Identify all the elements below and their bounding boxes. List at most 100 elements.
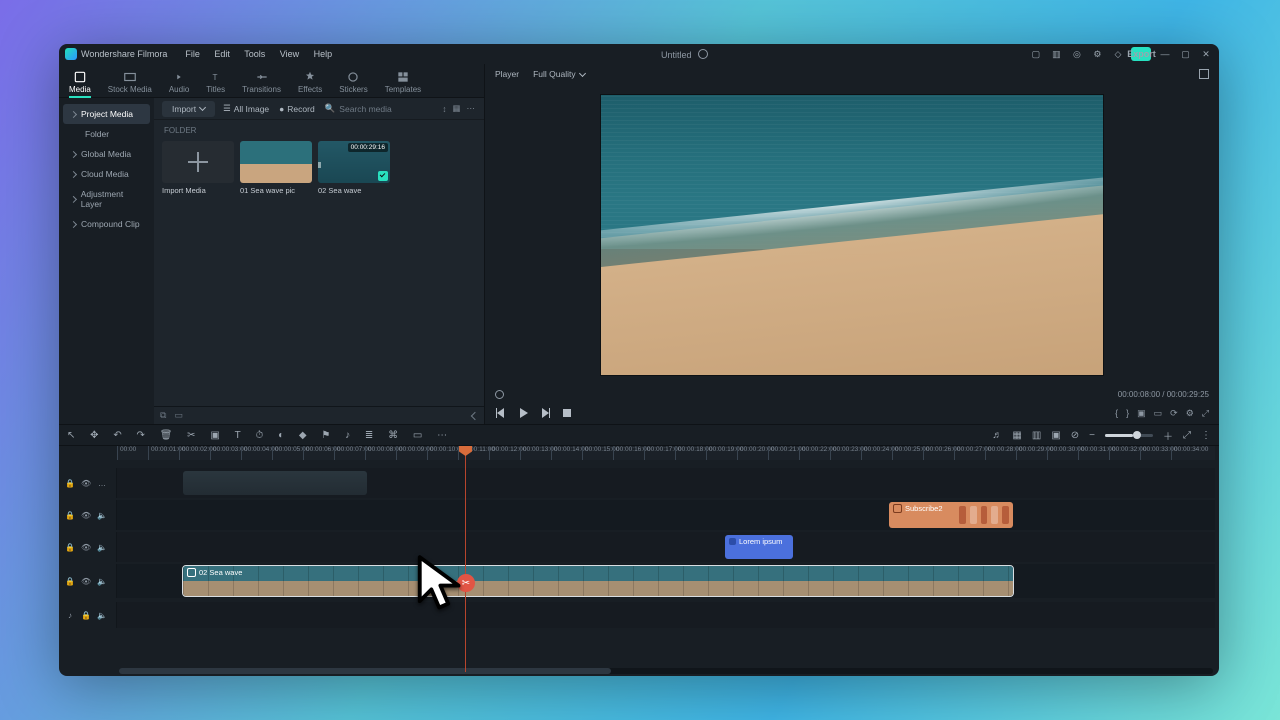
- tab-effects[interactable]: Effects: [298, 70, 322, 97]
- render-icon[interactable]: ⟳: [1170, 408, 1178, 419]
- crop-icon[interactable]: ▣: [210, 430, 219, 441]
- color-icon[interactable]: ◐: [278, 430, 284, 441]
- clip-subscribe[interactable]: Subscribe2: [889, 502, 1013, 528]
- track-lock-icon[interactable]: 🔒: [65, 479, 75, 488]
- view-icon[interactable]: ▦: [452, 103, 460, 114]
- import-dropdown[interactable]: Import: [162, 101, 215, 117]
- undo-icon[interactable]: ↶: [113, 430, 121, 441]
- mark-out-icon[interactable]: }: [1126, 408, 1129, 418]
- text-tool-icon[interactable]: T: [235, 430, 241, 441]
- audio-icon[interactable]: ♪: [345, 430, 350, 441]
- speed-icon[interactable]: ⏱: [255, 430, 263, 441]
- time-ruler[interactable]: 00:0000:00:01:0000:00:02:0000:00:03:0000…: [117, 446, 1215, 460]
- track-lock-icon[interactable]: 🔒: [65, 577, 75, 586]
- maximize-button[interactable]: ▢: [1178, 47, 1192, 61]
- track-mute-icon[interactable]: …: [97, 479, 107, 488]
- preview-tab-player[interactable]: Player: [495, 69, 519, 79]
- fullscreen-icon[interactable]: ⤢: [1202, 408, 1209, 419]
- fit-timeline-icon[interactable]: ⤢: [1183, 430, 1191, 441]
- media-item-sea-wave[interactable]: 00:00:29:16 02 Sea wave: [318, 141, 390, 195]
- sidebar-folder[interactable]: Folder: [63, 124, 150, 144]
- menu-view[interactable]: View: [280, 49, 299, 59]
- zoom-slider[interactable]: [1105, 434, 1153, 437]
- record-button[interactable]: ● Record: [279, 104, 315, 114]
- clip-main-video[interactable]: 02 Sea wave: [183, 566, 1013, 596]
- collapse-panel-icon[interactable]: [471, 411, 479, 419]
- tab-media[interactable]: Media: [69, 70, 91, 97]
- settings-icon[interactable]: ⚙: [1090, 47, 1104, 61]
- menu-tools[interactable]: Tools: [244, 49, 265, 59]
- split-icon[interactable]: ✂: [187, 430, 195, 441]
- new-bin-icon[interactable]: ⧉: [160, 410, 166, 420]
- zoom-in-icon[interactable]: ＋: [1163, 428, 1173, 443]
- clip-lorem[interactable]: Lorem ipsum: [725, 535, 793, 559]
- stop-icon[interactable]: [561, 407, 573, 419]
- track-eye-icon[interactable]: 👁: [81, 577, 91, 586]
- tab-transitions[interactable]: Transitions: [242, 70, 281, 97]
- render2-icon[interactable]: ▦: [1012, 430, 1021, 441]
- minimize-button[interactable]: —: [1158, 47, 1172, 61]
- export-button[interactable]: Export: [1131, 47, 1151, 61]
- close-button[interactable]: ✕: [1199, 47, 1213, 61]
- quality-dropdown[interactable]: Full Quality: [533, 69, 585, 79]
- layout-icon[interactable]: ▢: [1029, 47, 1043, 61]
- track-eye-icon[interactable]: 👁: [81, 479, 91, 488]
- snap-icon[interactable]: ▥: [1032, 430, 1041, 441]
- marker2-icon[interactable]: ▣: [1051, 430, 1060, 441]
- split-handle-icon[interactable]: ✂: [457, 574, 475, 592]
- search-input[interactable]: 🔍 Search media: [325, 103, 437, 114]
- snapshot-icon[interactable]: [1199, 69, 1209, 79]
- marker-icon[interactable]: ⚑: [321, 430, 330, 441]
- import-media-tile[interactable]: Import Media: [162, 141, 234, 195]
- next-frame-icon[interactable]: [539, 407, 551, 419]
- track-eye-icon[interactable]: 👁: [81, 543, 91, 552]
- sidebar-global-media[interactable]: Global Media: [63, 144, 150, 164]
- new-folder-icon[interactable]: ▭: [174, 410, 183, 420]
- hand-tool-icon[interactable]: ✥: [90, 430, 98, 441]
- menu-edit[interactable]: Edit: [214, 49, 230, 59]
- tab-titles[interactable]: TTitles: [206, 70, 225, 97]
- tab-templates[interactable]: Templates: [385, 70, 421, 97]
- menu-file[interactable]: File: [185, 49, 200, 59]
- track-lock-icon[interactable]: 🔒: [81, 611, 91, 620]
- prev-frame-icon[interactable]: [495, 407, 507, 419]
- sidebar-cloud-media[interactable]: Cloud Media: [63, 164, 150, 184]
- panels-icon[interactable]: ▥: [1049, 47, 1063, 61]
- track-mute-icon[interactable]: 🔈: [97, 611, 107, 620]
- menu-help[interactable]: Help: [314, 49, 333, 59]
- tab-stock-media[interactable]: Stock Media: [108, 70, 152, 97]
- track-lock-icon[interactable]: 🔒: [65, 511, 75, 520]
- media-item-sea-wave-pic[interactable]: 01 Sea wave pic: [240, 141, 312, 195]
- tab-audio[interactable]: Audio: [169, 70, 189, 97]
- group-icon[interactable]: ▭: [413, 430, 422, 441]
- scope-icon[interactable]: ◎: [1070, 47, 1084, 61]
- track-eye-icon[interactable]: 👁: [81, 511, 91, 520]
- redo-icon[interactable]: ↷: [137, 430, 145, 441]
- sort-icon[interactable]: ↕: [442, 104, 446, 114]
- mark-in-icon[interactable]: {: [1115, 408, 1118, 418]
- keyframe-icon[interactable]: ◆: [299, 430, 307, 441]
- auto-ripple-icon[interactable]: ⊘: [1071, 430, 1079, 441]
- account-icon[interactable]: ◇: [1111, 47, 1125, 61]
- link-icon[interactable]: ⌘: [388, 430, 398, 441]
- ratio-icon[interactable]: ▭: [1154, 408, 1163, 419]
- save-status-icon[interactable]: [698, 49, 708, 59]
- sidebar-project-media[interactable]: Project Media: [63, 104, 150, 124]
- timeline-scrollbar[interactable]: [119, 668, 1213, 674]
- delete-icon[interactable]: 🗑: [160, 430, 173, 441]
- tab-stickers[interactable]: Stickers: [339, 70, 367, 97]
- preview-canvas[interactable]: [485, 84, 1219, 386]
- filter-all-image[interactable]: ☰ All Image: [223, 103, 269, 114]
- clip-ghost-preview[interactable]: [183, 471, 367, 495]
- track-mute-icon[interactable]: 🔈: [97, 543, 107, 552]
- sidebar-compound-clip[interactable]: Compound Clip: [63, 214, 150, 234]
- settings2-icon[interactable]: ⚙: [1186, 408, 1194, 419]
- track-lock-icon[interactable]: 🔒: [65, 543, 75, 552]
- safe-zone-icon[interactable]: [495, 390, 504, 399]
- snapshot2-icon[interactable]: ▣: [1137, 408, 1146, 419]
- more-icon[interactable]: ⋯: [467, 103, 477, 114]
- zoom-out-icon[interactable]: −: [1089, 430, 1095, 441]
- pointer-tool-icon[interactable]: ↖: [67, 430, 75, 441]
- track-mute-icon[interactable]: 🔈: [97, 577, 107, 586]
- sidebar-adjustment-layer[interactable]: Adjustment Layer: [63, 184, 150, 214]
